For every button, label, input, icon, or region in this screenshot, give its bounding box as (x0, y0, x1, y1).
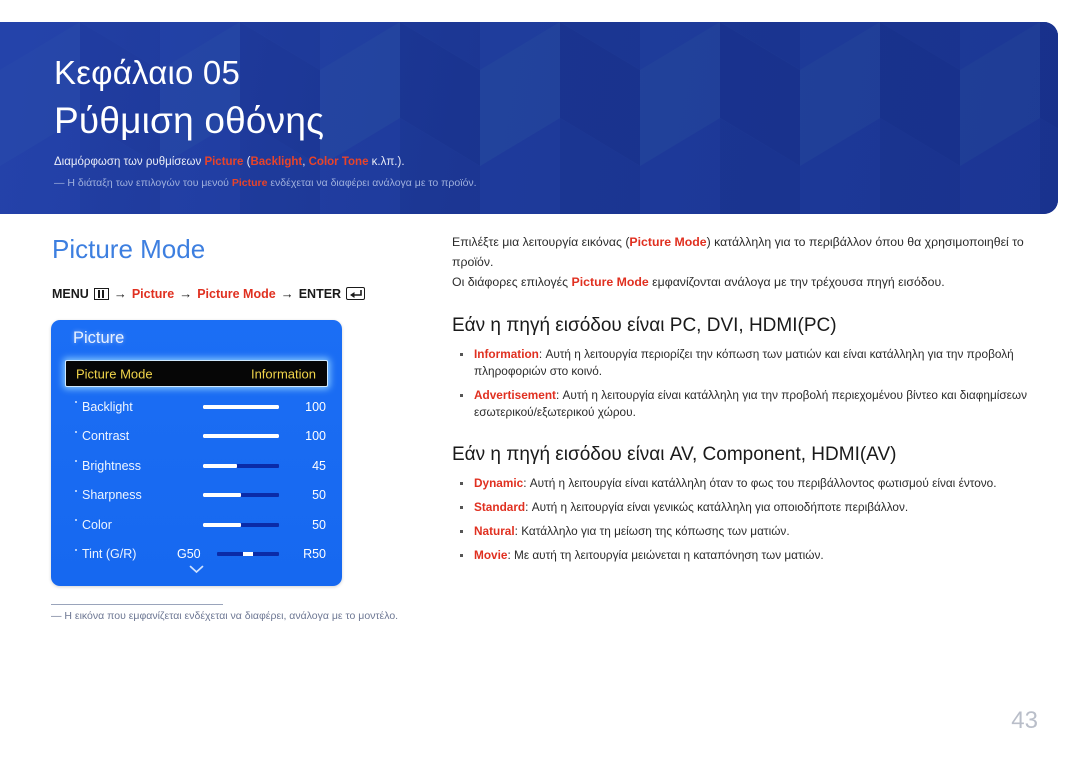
tv-menu-row[interactable]: Color 50 (51, 510, 342, 540)
tv-row-value: 100 (305, 429, 326, 444)
tv-row-slider[interactable] (203, 493, 279, 498)
tint-slider-marker (243, 552, 253, 557)
chapter-label: Κεφάλαιο 05 (54, 54, 241, 91)
tv-row-slider[interactable] (203, 434, 279, 439)
figure-note: ― Η εικόνα που εμφανίζεται ενδέχεται να … (51, 610, 399, 622)
highlight-term: Picture Mode (571, 275, 649, 289)
tv-menu-title: Picture (73, 329, 125, 347)
content-section-heading: Εάν η πηγή εισόδου είναι PC, DVI, HDMI(P… (452, 315, 837, 336)
tv-row-slider-fill (203, 493, 241, 498)
breadcrumb-arrow-3: → (280, 286, 294, 301)
tv-row-slider-fill (203, 404, 279, 409)
chapter-title: Ρύθμιση οθόνης (54, 100, 325, 141)
list-item: Advertisement: Αυτή η λειτουργία είναι κ… (452, 387, 1032, 421)
tv-row-slider-fill (203, 522, 241, 527)
list-item: Standard: Αυτή η λειτουργία είναι γενικώ… (452, 499, 1032, 516)
list-item: Movie: Με αυτή τη λειτουργία μειώνεται η… (452, 547, 1032, 564)
bullet-term: Natural (474, 524, 515, 538)
tv-row-slider[interactable] (203, 404, 279, 409)
tv-row-slider-fill (203, 463, 238, 468)
tv-row-label: Backlight (82, 399, 133, 414)
tv-row-label: Brightness (82, 458, 142, 473)
bullet-dot (75, 401, 77, 403)
bullet-term: Advertisement (474, 388, 556, 402)
breadcrumb: MENU → Picture → Picture Mode → ENTER (52, 286, 366, 301)
tv-row-label: Contrast (82, 429, 130, 444)
header-note: ― Η διάταξη των επιλογών του μενού Pictu… (54, 177, 477, 189)
intro-line-2: Οι διάφορες επιλογές Picture Mode εμφανί… (452, 275, 945, 289)
content-bullet-list: Information: Αυτή η λειτουργία περιορίζε… (452, 346, 1032, 421)
tv-row-label: Color (82, 517, 112, 532)
bullet-term: Standard (474, 500, 526, 514)
tv-menu-row[interactable]: Backlight 100 (51, 392, 342, 422)
page-title: Picture Mode (52, 234, 206, 264)
list-item: Information: Αυτή η λειτουργία περιορίζε… (452, 346, 1032, 380)
tv-menu-item-picture-mode[interactable]: Picture Mode Information (65, 360, 328, 387)
tv-menu-item-value: Information (250, 366, 316, 381)
tv-row-slider[interactable] (203, 463, 279, 468)
chevron-down-icon[interactable] (51, 561, 342, 579)
tv-row-value: 45 (312, 458, 326, 473)
tint-right-label: R50 (303, 547, 326, 562)
breadcrumb-enter-label: ENTER (298, 286, 342, 301)
bullet-term: Movie (474, 548, 508, 562)
highlight-term: Picture Mode (629, 235, 707, 249)
page-number: 43 (1011, 707, 1038, 734)
enter-key-icon (346, 287, 366, 300)
tv-menu-item-label: Picture Mode (76, 366, 153, 381)
bullet-text: : Αυτή η λειτουργία περιορίζει την κόπωσ… (474, 347, 1014, 378)
content-sections: Εάν η πηγή εισόδου είναι PC, DVI, HDMI(P… (452, 315, 1032, 564)
tint-left-label: G50 (177, 547, 201, 562)
breadcrumb-arrow-1: → (113, 286, 127, 301)
tv-row-slider[interactable] (203, 522, 279, 527)
main-content-column: Επιλέξτε μια λειτουργία εικόνας (Picture… (452, 232, 1032, 571)
tv-row-label: Sharpness (82, 488, 142, 503)
breadcrumb-menu-label: MENU (52, 286, 89, 301)
tv-row-value: 50 (312, 488, 326, 503)
tv-picture-menu-panel: Picture Picture Mode Information Backlig… (51, 320, 342, 586)
bullet-dot (75, 430, 77, 433)
tv-menu-row[interactable]: Brightness 45 (51, 451, 342, 481)
tv-row-label: Tint (G/R) (82, 547, 137, 562)
bullet-dot (75, 489, 77, 492)
bullet-dot (75, 460, 77, 462)
tv-menu-row[interactable]: Sharpness 50 (51, 481, 342, 511)
intro-line-1: Επιλέξτε μια λειτουργία εικόνας (Picture… (452, 235, 1024, 269)
highlight-term: Backlight (250, 156, 303, 168)
tv-row-value: 100 (305, 399, 326, 414)
bullet-text: : Κατάλληλο για τη μείωση της κόπωσης τω… (514, 524, 790, 538)
highlight-term: Picture (231, 177, 268, 189)
tint-slider[interactable] (217, 552, 279, 557)
chapter-header-banner: Κεφάλαιο 05 Ρύθμιση οθόνης Διαμόρφωση τω… (0, 22, 1058, 214)
list-item: Dynamic: Αυτή η λειτουργία είναι κατάλλη… (452, 475, 1032, 492)
content-bullet-list: Dynamic: Αυτή η λειτουργία είναι κατάλλη… (452, 475, 1032, 564)
bullet-text: : Αυτή η λειτουργία είναι γενικώς κατάλλ… (525, 500, 909, 514)
breadcrumb-arrow-2: → (179, 286, 193, 301)
bullet-term: Dynamic (474, 476, 524, 490)
bullet-term: Information (474, 347, 539, 361)
breadcrumb-step-picture: Picture (131, 286, 175, 301)
tv-menu-row[interactable]: Contrast 100 (51, 422, 342, 452)
tv-row-value: 50 (312, 517, 326, 532)
highlight-term: Color Tone (308, 156, 369, 168)
tv-menu-row-list: Backlight 100 Contrast 100 Brightness 45 Sharp… (51, 392, 342, 569)
content-section-heading: Εάν η πηγή εισόδου είναι AV, Component, … (452, 444, 897, 465)
breadcrumb-step-picture-mode: Picture Mode (197, 286, 276, 301)
bullet-text: : Αυτή η λειτουργία είναι κατάλληλη για … (474, 388, 1028, 419)
bullet-dot (75, 519, 77, 521)
bullet-text: : Με αυτή τη λειτουργία μειώνεται η κατα… (507, 548, 824, 562)
menu-bars-icon (93, 287, 109, 300)
bullet-text: : Αυτή η λειτουργία είναι κατάλληλη όταν… (523, 476, 997, 490)
highlight-term: Picture (204, 156, 244, 168)
list-item: Natural: Κατάλληλο για τη μείωση της κόπ… (452, 523, 1032, 540)
header-subtitle: Διαμόρφωση των ρυθμίσεων Picture (Backli… (54, 156, 405, 168)
bullet-dot (75, 548, 77, 551)
tv-row-slider-fill (203, 434, 279, 439)
figure-note-rule (51, 604, 223, 605)
